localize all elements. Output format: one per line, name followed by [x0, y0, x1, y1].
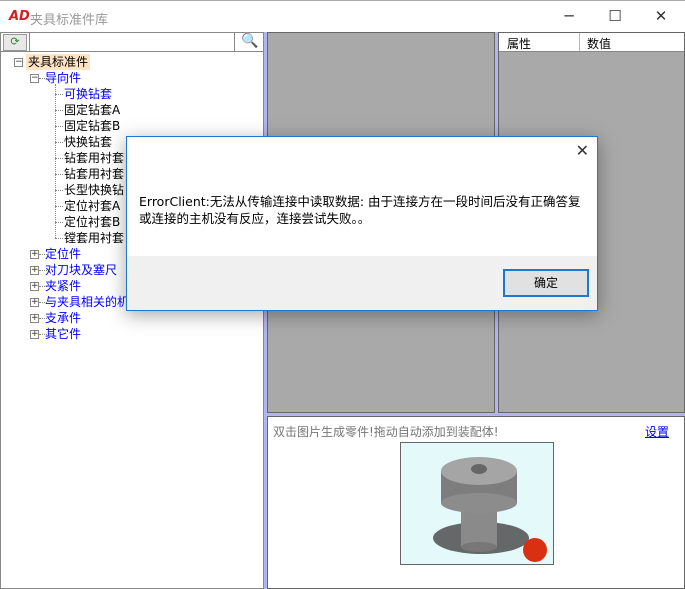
- column-value[interactable]: 数值: [587, 35, 611, 52]
- close-button[interactable]: ✕: [638, 1, 684, 31]
- tree-node-group[interactable]: 定位件: [45, 246, 81, 262]
- tree-node-item[interactable]: 镗套用衬套: [64, 230, 124, 246]
- collapse-icon[interactable]: −: [30, 74, 39, 83]
- tree-node-group[interactable]: 支承件: [45, 310, 81, 326]
- tree-node-item[interactable]: 定位衬套B: [64, 214, 120, 230]
- preview-hint: 双击图片生成零件!拖动自动添加到装配体!: [273, 425, 499, 439]
- expand-icon[interactable]: +: [30, 298, 39, 307]
- expand-icon[interactable]: +: [30, 330, 39, 339]
- window-title: 夹具标准件库: [30, 13, 109, 28]
- tree-node-item[interactable]: 可换钻套: [64, 86, 112, 102]
- tree-node-item[interactable]: 钻套用衬套: [64, 150, 124, 166]
- column-property[interactable]: 属性: [507, 35, 531, 52]
- collapse-icon[interactable]: −: [14, 58, 23, 67]
- expand-icon[interactable]: +: [30, 250, 39, 259]
- app-logo-icon: AD: [9, 9, 30, 24]
- maximize-button[interactable]: ☐: [592, 1, 638, 31]
- tree-node-item[interactable]: 快换钻套: [64, 134, 112, 150]
- refresh-icon[interactable]: ⟳: [3, 34, 27, 51]
- part-preview-image[interactable]: [400, 442, 554, 565]
- title-bar: AD 夹具标准件库 ─ ☐ ✕: [0, 0, 685, 32]
- tree-node-group[interactable]: 其它件: [45, 326, 81, 342]
- preview-panel: 双击图片生成零件!拖动自动添加到装配体! 设置: [267, 416, 685, 589]
- error-dialog: ✕ ErrorClient:无法从传输连接中读取数据: 由于连接方在一段时间后没…: [126, 136, 598, 311]
- tree-node-group[interactable]: 导向件: [45, 70, 81, 86]
- part-drawing-icon: [433, 457, 547, 562]
- tree-node-item[interactable]: 固定钻套A: [64, 102, 120, 118]
- tree-node-group[interactable]: 夹紧件: [45, 278, 81, 294]
- expand-icon[interactable]: +: [30, 282, 39, 291]
- expand-icon[interactable]: +: [30, 266, 39, 275]
- tree-node-item[interactable]: 定位衬套A: [64, 198, 120, 214]
- tree-node-root[interactable]: 夹具标准件: [26, 54, 91, 70]
- tree-node-item[interactable]: 钻套用衬套: [64, 166, 124, 182]
- ok-button[interactable]: 确定: [503, 269, 589, 297]
- search-icon[interactable]: 🔍: [237, 33, 263, 51]
- settings-link[interactable]: 设置: [645, 423, 669, 440]
- properties-header: 属性 数值: [499, 33, 684, 52]
- expand-icon[interactable]: +: [30, 314, 39, 323]
- tree-node-group[interactable]: 对刀块及塞尺: [45, 262, 117, 278]
- dialog-close-button[interactable]: ✕: [576, 141, 589, 160]
- dialog-footer: 确定: [127, 256, 597, 310]
- tree-node-item[interactable]: 固定钻套B: [64, 118, 120, 134]
- minimize-button[interactable]: ─: [546, 1, 592, 31]
- search-bar: ⟳ 🔍: [1, 33, 263, 52]
- tree-node-item[interactable]: 长型快换钻: [64, 182, 124, 198]
- error-message: ErrorClient:无法从传输连接中读取数据: 由于连接方在一段时间后没有正…: [139, 194, 581, 226]
- tree-node-group[interactable]: 与夹具相关的机: [45, 294, 129, 310]
- search-input[interactable]: [29, 33, 235, 51]
